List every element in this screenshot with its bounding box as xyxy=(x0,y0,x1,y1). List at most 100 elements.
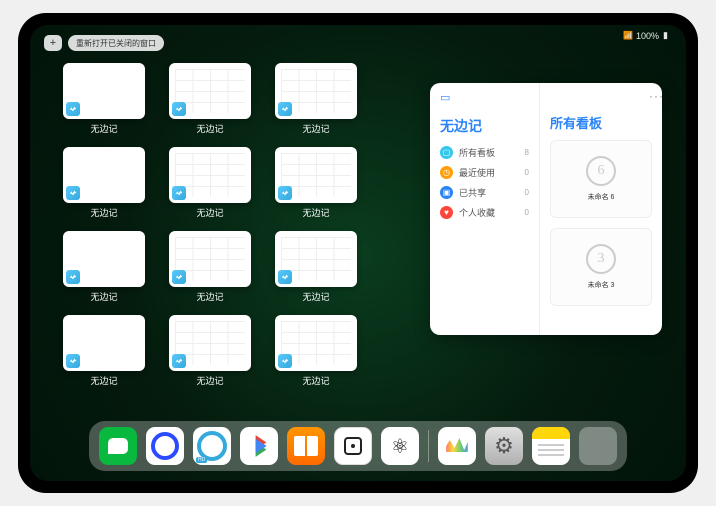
panel-title: 无边记 xyxy=(440,116,529,136)
window-thumbnail[interactable] xyxy=(63,315,145,371)
dock-app-molecule[interactable] xyxy=(381,427,419,465)
hd-badge: HD xyxy=(196,457,207,463)
freeform-app-icon xyxy=(278,354,292,368)
board-sketch: 3 xyxy=(586,244,616,274)
freeform-app-icon xyxy=(66,354,80,368)
window-label: 无边记 xyxy=(196,290,223,303)
window-thumbnail[interactable] xyxy=(169,63,251,119)
freeform-app-icon xyxy=(172,102,186,116)
window-thumbnail[interactable] xyxy=(63,147,145,203)
panel-right-title: 所有看板 xyxy=(550,113,652,132)
window-label: 无边记 xyxy=(90,206,117,219)
panel-content: ··· 所有看板 6 未命名 6 3 未命名 3 xyxy=(540,83,662,335)
window-thumbnail[interactable] xyxy=(169,231,251,287)
dock-app-dice[interactable] xyxy=(334,427,372,465)
menu-label: 已共享 xyxy=(459,186,486,199)
board-sketch: 6 xyxy=(586,156,616,186)
freeform-app-icon xyxy=(66,270,80,284)
dock-app-quark-hd[interactable]: HD xyxy=(193,427,231,465)
dock-app-appfolder[interactable] xyxy=(579,427,617,465)
menu-icon: ♥ xyxy=(440,206,453,219)
menu-icon: ◷ xyxy=(440,166,453,179)
reopen-label: 重新打开已关闭的窗口 xyxy=(76,38,156,49)
freeform-app-icon xyxy=(172,354,186,368)
dock-app-settings[interactable] xyxy=(485,427,523,465)
dock-app-play[interactable] xyxy=(240,427,278,465)
window-tile[interactable]: 无边记 xyxy=(166,231,254,303)
sidebar-item[interactable]: ▢ 所有看板 8 xyxy=(440,146,529,159)
board-name: 未命名 3 xyxy=(588,280,615,290)
window-tile[interactable]: 无边记 xyxy=(60,63,148,135)
sidebar-toggle-icon[interactable]: ▭ xyxy=(440,91,529,104)
window-thumbnail[interactable] xyxy=(275,147,357,203)
window-label: 无边记 xyxy=(90,122,117,135)
board-name: 未命名 6 xyxy=(588,192,615,202)
freeform-app-icon xyxy=(66,186,80,200)
sidebar-item[interactable]: ♥ 个人收藏 0 xyxy=(440,206,529,219)
board-card[interactable]: 6 未命名 6 xyxy=(550,140,652,218)
dock-app-books[interactable] xyxy=(287,427,325,465)
window-tile[interactable]: 无边记 xyxy=(166,147,254,219)
new-window-button[interactable]: + xyxy=(44,35,62,51)
sidebar-item[interactable]: ▣ 已共享 0 xyxy=(440,186,529,199)
signal-icon: 📶 xyxy=(623,31,632,40)
freeform-app-icon xyxy=(172,186,186,200)
dock-app-wechat[interactable] xyxy=(99,427,137,465)
window-thumbnail[interactable] xyxy=(169,315,251,371)
ipad-frame: 📶 100% ▮ + 重新打开已关闭的窗口 无边记无边记无边记无边记无边记无边记… xyxy=(18,13,698,493)
window-tile[interactable]: 无边记 xyxy=(60,147,148,219)
window-tile[interactable]: 无边记 xyxy=(272,63,360,135)
menu-icon: ▢ xyxy=(440,146,453,159)
plus-icon: + xyxy=(50,37,56,49)
window-label: 无边记 xyxy=(302,206,329,219)
menu-count: 0 xyxy=(525,208,529,217)
panel-sidebar: ▭ 无边记 ▢ 所有看板 8 ◷ 最近使用 0 ▣ 已共享 0 ♥ 个人收藏 0 xyxy=(430,83,540,335)
window-thumbnail[interactable] xyxy=(275,315,357,371)
menu-label: 个人收藏 xyxy=(459,206,495,219)
dock-separator xyxy=(428,430,429,462)
freeform-app-icon xyxy=(278,102,292,116)
window-label: 无边记 xyxy=(302,122,329,135)
battery-icon: ▮ xyxy=(663,30,668,41)
window-tile[interactable]: 无边记 xyxy=(166,315,254,387)
freeform-app-icon xyxy=(278,270,292,284)
menu-icon: ▣ xyxy=(440,186,453,199)
window-label: 无边记 xyxy=(90,290,117,303)
freeform-app-icon xyxy=(66,102,80,116)
dock-app-notes[interactable] xyxy=(532,427,570,465)
window-thumbnail[interactable] xyxy=(275,63,357,119)
board-card[interactable]: 3 未命名 3 xyxy=(550,228,652,306)
dock: HD xyxy=(89,421,627,471)
freeform-app-icon xyxy=(278,186,292,200)
status-bar: 📶 100% ▮ xyxy=(623,30,668,41)
ipad-screen: 📶 100% ▮ + 重新打开已关闭的窗口 无边记无边记无边记无边记无边记无边记… xyxy=(30,25,686,481)
menu-count: 8 xyxy=(525,148,529,157)
menu-count: 0 xyxy=(525,168,529,177)
window-label: 无边记 xyxy=(302,290,329,303)
menu-count: 0 xyxy=(525,188,529,197)
menu-label: 所有看板 xyxy=(459,146,495,159)
window-label: 无边记 xyxy=(196,374,223,387)
window-label: 无边记 xyxy=(302,374,329,387)
more-icon[interactable]: ··· xyxy=(649,89,662,103)
window-label: 无边记 xyxy=(90,374,117,387)
battery-percent: 100% xyxy=(636,31,659,41)
app-panel[interactable]: ▭ 无边记 ▢ 所有看板 8 ◷ 最近使用 0 ▣ 已共享 0 ♥ 个人收藏 0 ··· 所有看板 6… xyxy=(430,83,662,335)
menu-label: 最近使用 xyxy=(459,166,495,179)
dock-app-freeform[interactable] xyxy=(438,427,476,465)
window-tile[interactable]: 无边记 xyxy=(272,147,360,219)
window-tile[interactable]: 无边记 xyxy=(60,231,148,303)
window-tile[interactable]: 无边记 xyxy=(60,315,148,387)
windows-grid: 无边记无边记无边记无边记无边记无边记无边记无边记无边记无边记无边记无边记 xyxy=(60,63,360,387)
reopen-closed-window-button[interactable]: 重新打开已关闭的窗口 xyxy=(68,35,164,51)
window-thumbnail[interactable] xyxy=(63,63,145,119)
window-tile[interactable]: 无边记 xyxy=(272,231,360,303)
window-thumbnail[interactable] xyxy=(275,231,357,287)
window-tile[interactable]: 无边记 xyxy=(166,63,254,135)
freeform-app-icon xyxy=(172,270,186,284)
dock-app-quark[interactable] xyxy=(146,427,184,465)
sidebar-item[interactable]: ◷ 最近使用 0 xyxy=(440,166,529,179)
window-thumbnail[interactable] xyxy=(63,231,145,287)
window-thumbnail[interactable] xyxy=(169,147,251,203)
window-tile[interactable]: 无边记 xyxy=(272,315,360,387)
